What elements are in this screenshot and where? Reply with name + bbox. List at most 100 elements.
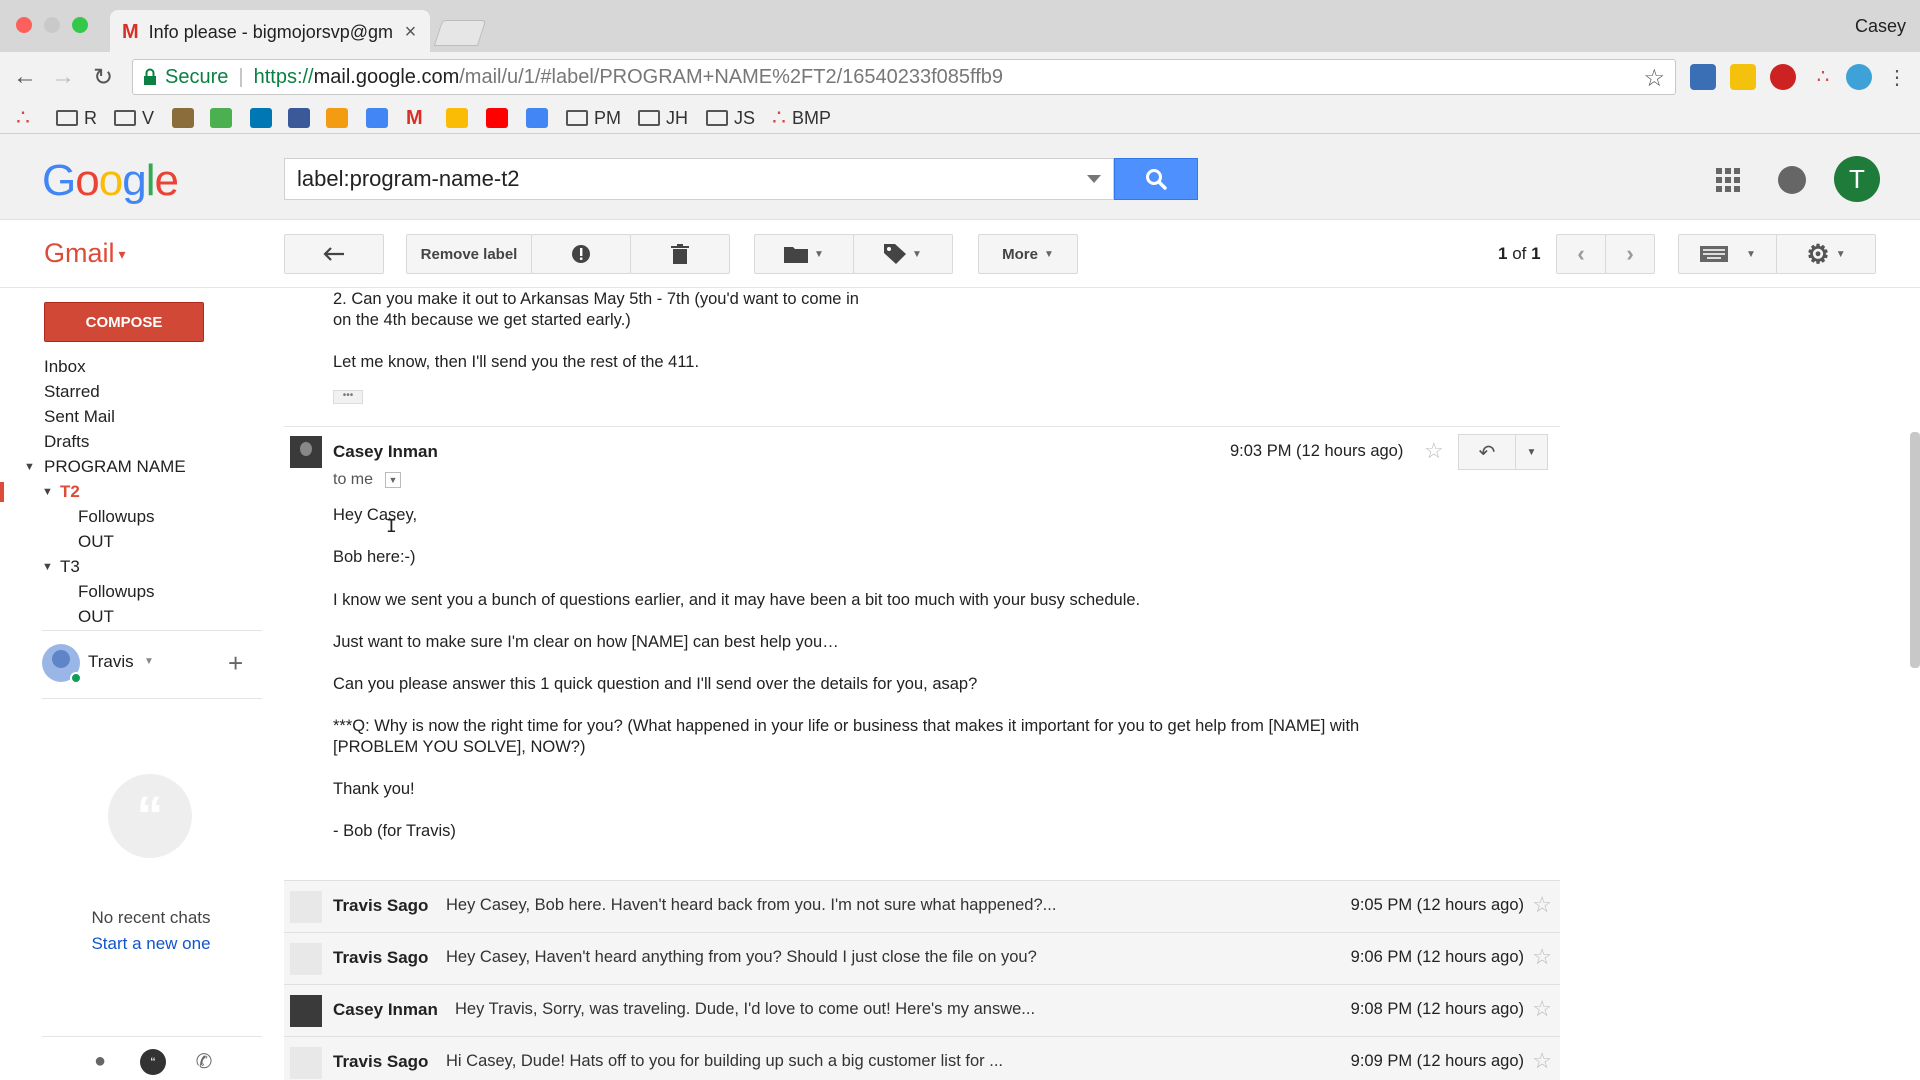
tab-close-icon[interactable]: × (405, 21, 417, 44)
collapsed-message[interactable]: Travis Sago Hi Casey, Dude! Hats off to … (284, 1036, 1560, 1080)
bookmark-k-icon[interactable] (172, 106, 194, 130)
sidebar-item-drafts[interactable]: Drafts (44, 432, 89, 452)
trash-icon (671, 244, 689, 264)
report-spam-button[interactable] (531, 234, 631, 274)
bookmark-asana-icon[interactable]: ∴ (16, 105, 30, 130)
pager-total: 1 (1531, 244, 1541, 263)
star-icon[interactable]: ☆ (1532, 1048, 1552, 1074)
page-scrollbar[interactable] (1910, 432, 1920, 668)
extension-asana-icon[interactable]: ∴ (1810, 64, 1836, 90)
bookmark-h-icon[interactable] (326, 106, 348, 130)
avatar (290, 891, 322, 923)
message-more-button[interactable]: ▼ (1515, 434, 1548, 470)
sidebar-item-t3-out[interactable]: OUT (78, 607, 114, 627)
extension-adblock-icon[interactable] (1770, 64, 1796, 90)
hangouts-icon[interactable]: “ (140, 1049, 166, 1075)
chat-bottom-bar: ● “ ✆ (42, 1036, 262, 1080)
settings-button[interactable]: ⚙ ▼ (1776, 234, 1876, 274)
labels-button[interactable]: ▼ (853, 234, 953, 274)
show-details-chevron-icon[interactable]: ▼ (385, 472, 401, 488)
star-icon[interactable]: ☆ (1532, 892, 1552, 918)
sidebar-item-t2-out[interactable]: OUT (78, 532, 114, 552)
collapsed-message[interactable]: Travis Sago Hey Casey, Bob here. Haven't… (284, 880, 1560, 932)
show-trimmed-content-button[interactable]: ••• (333, 390, 363, 404)
bookmark-calendar-icon[interactable] (366, 106, 388, 130)
collapsed-message[interactable]: Casey Inman Hey Travis, Sorry, was trave… (284, 984, 1560, 1036)
input-tools-button[interactable]: ▼ (1678, 234, 1778, 274)
sender-name[interactable]: Casey Inman (333, 442, 438, 462)
bookmark-docs-icon[interactable] (526, 106, 548, 130)
extension-compass-icon[interactable] (1846, 64, 1872, 90)
star-icon[interactable]: ☆ (1532, 944, 1552, 970)
sidebar-item-inbox[interactable]: Inbox (44, 357, 86, 377)
expand-triangle-icon[interactable]: ▼ (24, 461, 35, 473)
extension-new-icon[interactable] (1690, 64, 1716, 90)
gmail-switcher[interactable]: Gmail ▾ (44, 238, 126, 269)
contacts-person-icon[interactable]: ● (88, 1049, 112, 1073)
browser-profile-name[interactable]: Casey (1855, 16, 1906, 37)
back-arrow-icon[interactable]: ← (10, 62, 40, 92)
newer-button[interactable]: ‹ (1556, 234, 1606, 274)
previous-message-line: Let me know, then I'll send you the rest… (333, 353, 700, 371)
search-input[interactable]: label:program-name-t2 (284, 158, 1114, 200)
forward-arrow-icon[interactable]: → (48, 62, 78, 92)
sidebar-item-t3-followups[interactable]: Followups (78, 582, 155, 602)
apps-grid-icon[interactable] (1716, 168, 1740, 192)
expand-triangle-icon[interactable]: ▼ (42, 486, 53, 498)
address-bar[interactable]: Secure | https:// mail.google.com /mail/… (132, 59, 1676, 95)
back-to-list-button[interactable] (284, 234, 384, 274)
browser-tab-strip: M Info please - bigmojorsvp@gm × Casey (0, 0, 1920, 54)
avatar (290, 943, 322, 975)
new-tab-button[interactable] (433, 20, 487, 46)
bookmark-folder-r[interactable]: R (56, 106, 97, 130)
search-button[interactable] (1114, 158, 1198, 200)
star-icon[interactable]: ☆ (1424, 438, 1444, 464)
chevron-down-icon[interactable]: ▼ (144, 656, 154, 667)
google-logo[interactable]: Google (42, 156, 179, 206)
sidebar-item-t2[interactable]: T2 (60, 482, 80, 502)
account-avatar[interactable]: T (1834, 156, 1880, 202)
notifications-bell-icon[interactable] (1778, 166, 1806, 194)
minimize-window-button[interactable] (44, 17, 60, 33)
search-options-caret-icon[interactable] (1087, 175, 1101, 183)
star-icon[interactable]: ☆ (1532, 996, 1552, 1022)
browser-menu-icon[interactable]: ⋮ (1882, 62, 1912, 92)
reload-icon[interactable]: ↻ (88, 62, 118, 92)
remove-label-button[interactable]: Remove label (406, 234, 532, 274)
bookmark-folder-jh[interactable]: JH (638, 106, 688, 130)
move-to-button[interactable]: ▼ (754, 234, 854, 274)
chat-user-status[interactable]: Travis ▼ + (42, 644, 262, 684)
reply-button[interactable]: ↶ (1458, 434, 1516, 470)
sidebar-item-starred[interactable]: Starred (44, 382, 100, 402)
collapsed-message[interactable]: Travis Sago Hey Casey, Haven't heard any… (284, 932, 1560, 984)
close-window-button[interactable] (16, 17, 32, 33)
start-new-chat-link[interactable]: Start a new one (0, 934, 302, 954)
older-button[interactable]: › (1605, 234, 1655, 274)
sidebar-item-t3[interactable]: T3 (60, 557, 80, 577)
delete-button[interactable] (630, 234, 730, 274)
sidebar-item-sent[interactable]: Sent Mail (44, 407, 115, 427)
bookmark-gmail-icon[interactable]: M (406, 106, 423, 130)
bookmark-maps-icon[interactable] (210, 106, 232, 130)
bookmark-folder-pm[interactable]: PM (566, 106, 621, 130)
browser-tab-active[interactable]: M Info please - bigmojorsvp@gm × (110, 10, 430, 54)
bookmark-folder-js[interactable]: JS (706, 106, 755, 130)
bookmark-bmp[interactable]: ∴ BMP (772, 105, 831, 130)
zoom-window-button[interactable] (72, 17, 88, 33)
add-chat-icon[interactable]: + (228, 648, 243, 679)
bookmark-facebook-icon[interactable] (288, 106, 310, 130)
expand-triangle-icon[interactable]: ▼ (42, 561, 53, 573)
more-actions-text: More (1002, 245, 1038, 263)
bookmark-youtube-icon[interactable] (486, 106, 508, 130)
phone-icon[interactable]: ✆ (192, 1049, 216, 1073)
compose-button[interactable]: COMPOSE (44, 302, 204, 342)
bookmark-drive-icon[interactable] (446, 106, 468, 130)
sidebar-item-program-name[interactable]: PROGRAM NAME (44, 457, 186, 477)
more-actions-button[interactable]: More ▼ (978, 234, 1078, 274)
bookmark-folder-v[interactable]: V (114, 106, 154, 130)
bookmark-linkedin-icon[interactable] (250, 106, 272, 130)
bookmark-star-icon[interactable]: ☆ (1643, 64, 1665, 93)
extension-notes-icon[interactable] (1730, 64, 1756, 90)
sidebar-item-t2-followups[interactable]: Followups (78, 507, 155, 527)
sender-name: Travis Sago (333, 1052, 429, 1071)
